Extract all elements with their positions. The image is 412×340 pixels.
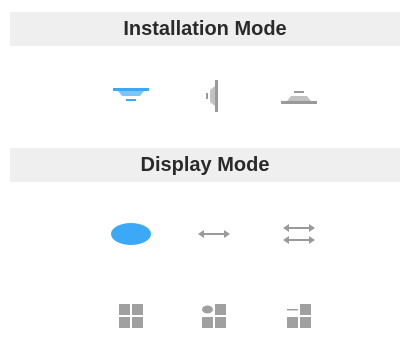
layout-fisheye-plus-three-icon	[202, 304, 226, 328]
layout-panorama-plus-three-button[interactable]	[277, 296, 321, 340]
fisheye-settings-panel: Installation Mode Display Mode	[0, 0, 412, 340]
fisheye-original-icon	[111, 223, 151, 245]
display-mode-options	[0, 212, 412, 256]
panorama-single-button[interactable]	[192, 212, 236, 256]
display-mode-header: Display Mode	[10, 148, 400, 182]
table-mount-button[interactable]	[277, 74, 321, 118]
layout-fisheye-plus-three-button[interactable]	[192, 296, 236, 340]
layout-quad-grid-button[interactable]	[109, 296, 153, 340]
installation-mode-options	[0, 74, 412, 118]
panorama-dual-icon	[283, 224, 315, 244]
layout-quad-grid-icon	[119, 304, 143, 328]
panorama-single-icon	[198, 230, 230, 238]
fisheye-original-button[interactable]	[109, 212, 153, 256]
ceiling-mount-button[interactable]	[109, 74, 153, 118]
display-layout-options	[0, 296, 412, 340]
panorama-dual-button[interactable]	[277, 212, 321, 256]
table-mount-icon	[281, 91, 317, 104]
wall-mount-icon	[206, 80, 218, 112]
layout-panorama-plus-three-icon	[287, 304, 311, 328]
ceiling-mount-icon	[113, 88, 149, 101]
wall-mount-button[interactable]	[192, 74, 236, 118]
installation-mode-header: Installation Mode	[10, 12, 400, 46]
